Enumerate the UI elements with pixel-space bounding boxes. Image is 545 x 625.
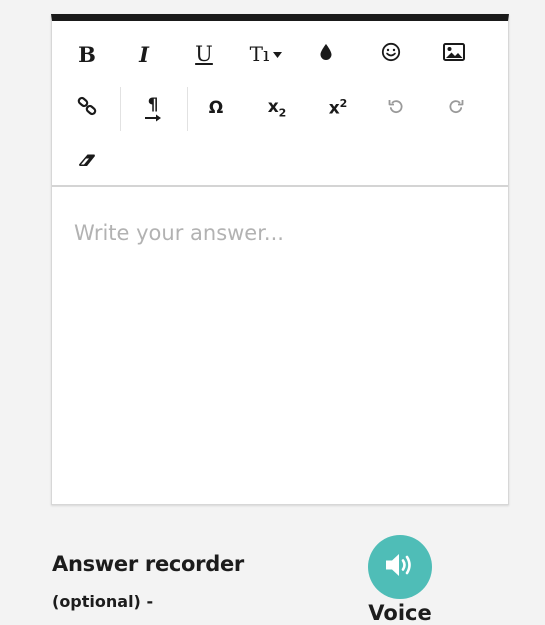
pilcrow-icon: ¶ — [147, 95, 159, 115]
subscript-icon: x2 — [267, 96, 287, 120]
clear-formatting-button[interactable] — [68, 143, 106, 181]
font-size-button[interactable]: Tı — [242, 35, 290, 73]
insert-link-button[interactable] — [68, 89, 106, 127]
superscript-button[interactable]: x2 — [319, 89, 357, 127]
undo-icon — [388, 98, 404, 119]
insert-image-button[interactable] — [435, 35, 473, 73]
answer-textarea[interactable] — [52, 187, 508, 505]
smiley-icon — [381, 42, 401, 67]
droplet-icon — [319, 43, 333, 66]
toolbar-divider — [187, 87, 188, 131]
special-chars-button[interactable]: Ω — [197, 89, 235, 127]
underline-button[interactable]: U — [185, 35, 223, 73]
voice-label: Voice — [368, 601, 432, 625]
text-color-button[interactable] — [307, 35, 345, 73]
superscript-icon: x2 — [328, 97, 348, 119]
answer-recorder-title: Answer recorder — [52, 552, 244, 576]
link-icon — [77, 96, 97, 121]
italic-button[interactable]: I — [125, 35, 163, 73]
subscript-button[interactable]: x2 — [258, 89, 296, 127]
image-icon — [443, 42, 465, 66]
omega-icon: Ω — [208, 98, 224, 118]
redo-button[interactable] — [437, 89, 475, 127]
answer-recorder-subtitle: (optional) - — [52, 592, 154, 611]
eraser-icon — [78, 153, 96, 172]
bold-button[interactable]: B — [68, 35, 106, 73]
italic-icon: I — [139, 41, 149, 67]
chevron-down-icon — [273, 45, 283, 63]
arrow-right-icon — [144, 114, 162, 122]
answer-editor: B I U Tı ¶ Ω x2 x2 Write your answer... — [51, 14, 509, 505]
editor-toolbar: B I U Tı ¶ Ω x2 x2 — [52, 21, 508, 187]
underline-icon: U — [195, 42, 213, 66]
bold-icon: B — [78, 41, 96, 67]
font-size-icon: Tı — [249, 42, 270, 66]
emoji-button[interactable] — [372, 35, 410, 73]
speaker-icon — [383, 550, 417, 585]
redo-icon — [448, 98, 464, 119]
toolbar-divider — [120, 87, 121, 131]
paragraph-direction-button[interactable]: ¶ — [134, 87, 172, 131]
voice-record-button[interactable] — [368, 535, 432, 599]
undo-button[interactable] — [377, 89, 415, 127]
